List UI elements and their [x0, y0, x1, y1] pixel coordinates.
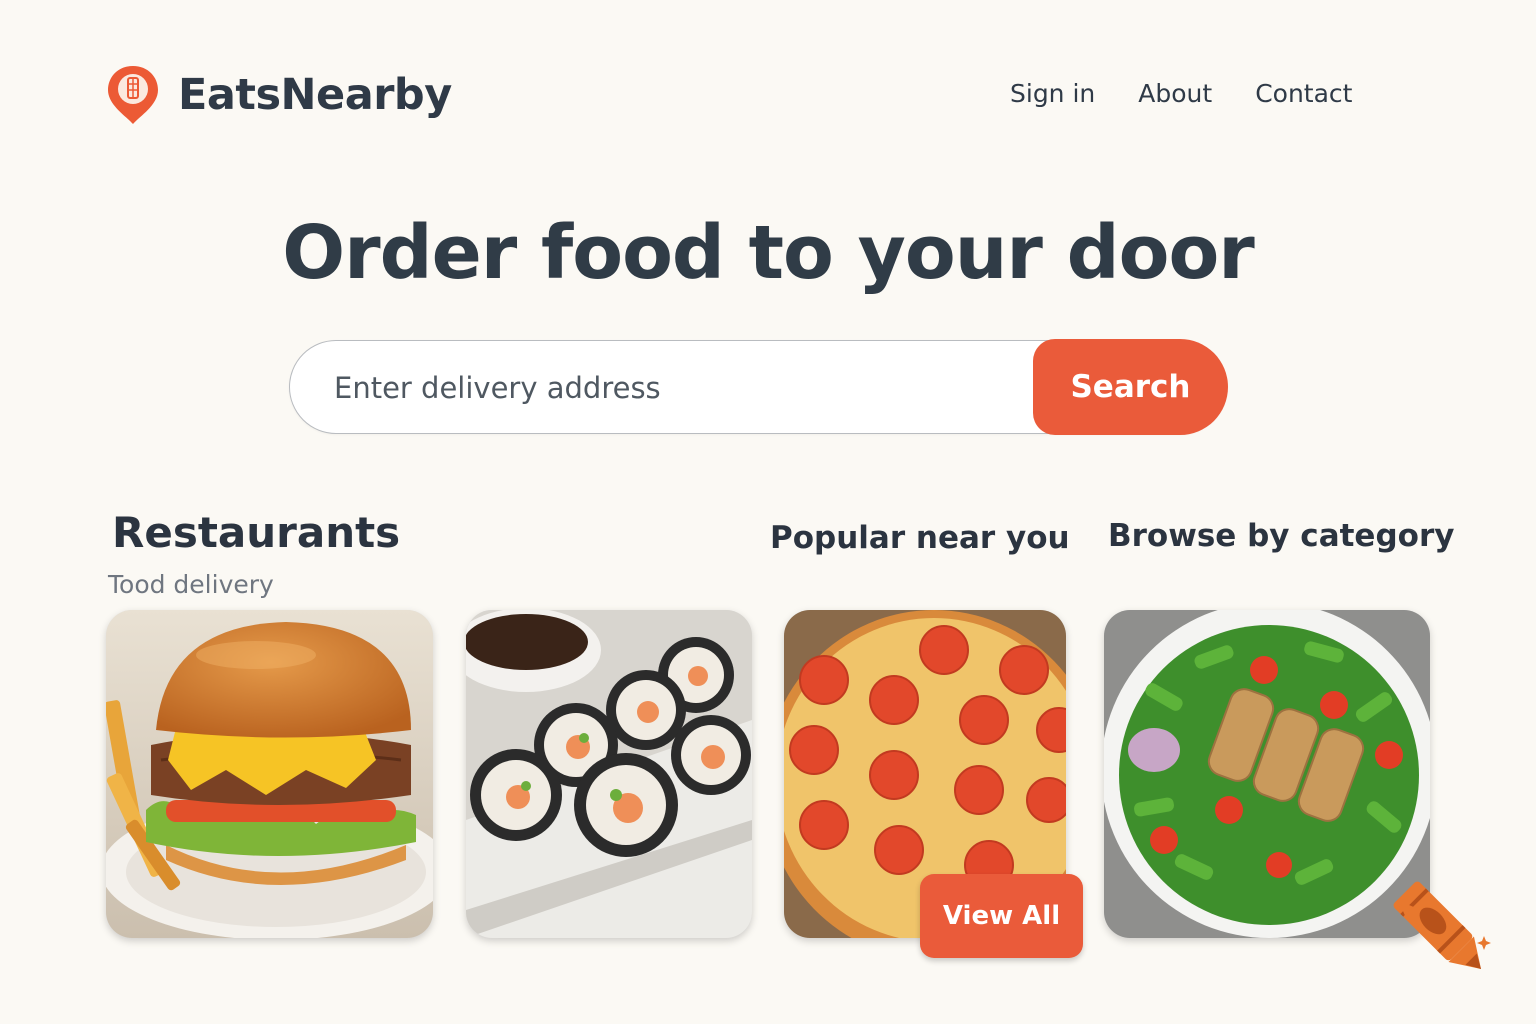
browse-category-heading: Browse by category	[1108, 518, 1455, 554]
nav-contact[interactable]: Contact	[1255, 74, 1352, 114]
nav-about[interactable]: About	[1138, 74, 1212, 114]
food-card-burger[interactable]	[106, 610, 433, 938]
popular-heading: Popular near you	[770, 520, 1070, 556]
location-pin-icon	[108, 66, 158, 124]
search-button[interactable]: Search	[1033, 339, 1228, 435]
food-card-sushi[interactable]	[466, 610, 752, 938]
hero-title: Order food to your door	[282, 210, 1255, 296]
nav-sign-in[interactable]: Sign in	[1010, 74, 1095, 114]
restaurants-subtitle: Tood delivery	[108, 570, 274, 599]
burger-photo	[106, 610, 433, 938]
brand-logo[interactable]: EatsNearby	[106, 64, 452, 126]
delivery-address-input[interactable]	[332, 363, 1016, 413]
restaurants-heading: Restaurants	[112, 508, 401, 557]
brand-name: EatsNearby	[178, 70, 452, 120]
search-bar: Search	[289, 339, 1228, 435]
page: EatsNearby Sign in About Contact Order f…	[0, 0, 1536, 1024]
view-all-button[interactable]: View All	[920, 874, 1083, 958]
sushi-photo	[466, 610, 752, 938]
top-nav: Sign in About Contact	[1010, 74, 1395, 114]
crayon-icon	[1393, 881, 1491, 970]
